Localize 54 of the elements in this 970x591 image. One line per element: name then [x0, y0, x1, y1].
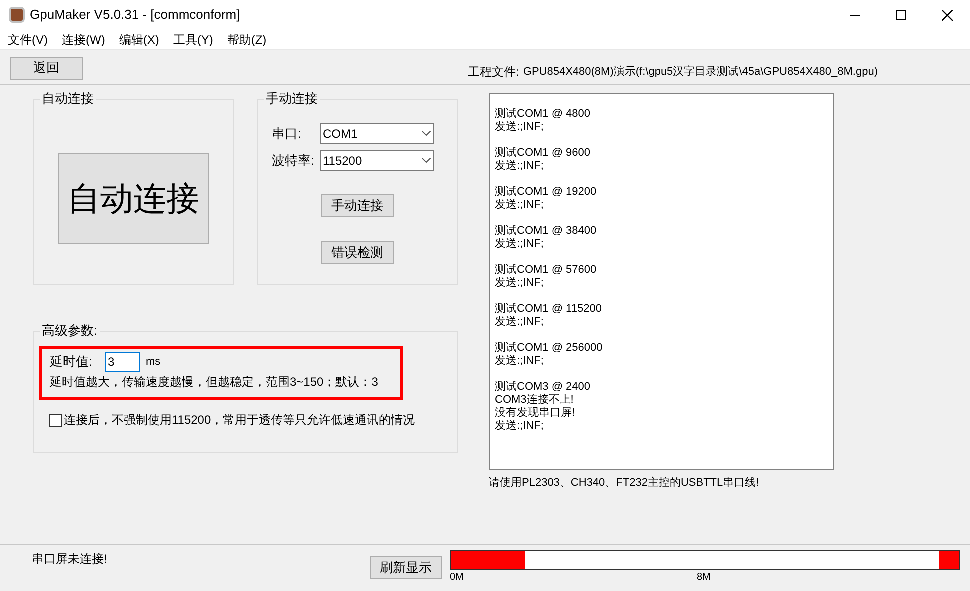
log-line: 测试COM1 @ 57600 [495, 264, 597, 277]
back-button[interactable]: 返回 [10, 56, 83, 80]
error-check-button[interactable]: 错误检测 [321, 241, 394, 264]
log-line: 发送:;INF; [495, 199, 544, 212]
chevron-down-icon [422, 131, 431, 136]
maximize-icon [896, 10, 906, 20]
log-line: 发送:;INF; [495, 316, 544, 329]
auto-connect-button[interactable]: 自动连接 [58, 153, 209, 244]
force-checkbox-label: 连接后，不强制使用115200，常用于透传等只允许低速通讯的情况 [64, 412, 416, 429]
log-line: COM3连接不上! [495, 394, 574, 407]
menu-item[interactable]: 帮助(Z) [227, 30, 267, 48]
cable-hint: 请使用PL2303、CH340、FT232主控的USBTTL串口线! [489, 476, 760, 491]
log-line: 测试COM1 @ 9600 [495, 147, 591, 160]
axis-tick: 8M [697, 571, 711, 585]
app-logo-icon [9, 7, 25, 23]
delay-input[interactable]: 3 [105, 352, 140, 372]
log-line: 测试COM1 @ 256000 [495, 342, 603, 355]
window-title: GpuMaker V5.0.31 - [commconform] [30, 6, 240, 24]
refresh-button[interactable]: 刷新显示 [370, 556, 442, 579]
menu-item[interactable]: 连接(W) [62, 30, 106, 48]
project-label: 工程文件: [468, 64, 520, 81]
chevron-down-icon [422, 158, 431, 163]
manual-connect-button[interactable]: 手动连接 [321, 194, 394, 217]
delay-hint: 延时值越大，传输速度越慢，但越稳定，范围3~150；默认：3 [50, 374, 380, 391]
connection-status: 串口屏未连接! [32, 551, 108, 568]
port-select[interactable]: COM1 [320, 123, 434, 144]
log-line: 测试COM1 @ 19200 [495, 186, 597, 199]
force-checkbox[interactable] [49, 414, 62, 426]
menu-item[interactable]: 文件(V) [8, 30, 48, 48]
delay-label: 延时值: [50, 353, 94, 372]
menu-item[interactable]: 编辑(X) [119, 30, 160, 48]
delay-unit: ms [146, 354, 161, 370]
group-title: 高级参数: [40, 323, 100, 339]
project-path: GPU854X480(8M)演示(f:\gpu5汉字目录测试\45a\GPU854X480_8M.gpu) [523, 64, 878, 80]
log-line: 测试COM1 @ 115200 [495, 303, 602, 316]
group-title: 自动连接 [40, 91, 96, 107]
log-line: 测试COM1 @ 38400 [495, 225, 597, 238]
log-line: 发送:;INF; [495, 277, 544, 290]
menu-item[interactable]: 工具(Y) [173, 30, 214, 48]
log-line: 没有发现串口屏! [495, 407, 576, 420]
log-line: 发送:;INF; [495, 355, 544, 368]
port-label: 串口: [272, 124, 303, 143]
log-line: 发送:;INF; [495, 238, 544, 251]
baud-select[interactable]: 115200 [320, 150, 434, 171]
baud-label: 波特率: [272, 152, 316, 170]
log-line: 测试COM3 @ 2400 [495, 381, 591, 394]
minimize-icon [850, 14, 860, 16]
close-icon [942, 10, 952, 20]
log-line: 发送:;INF; [495, 420, 544, 433]
log-line: 发送:;INF; [495, 121, 544, 134]
axis-tick: 0M [450, 571, 465, 585]
log-line: 发送:;INF; [495, 160, 544, 173]
group-title: 手动连接 [264, 91, 320, 107]
log-line: 测试COM1 @ 4800 [495, 108, 591, 121]
